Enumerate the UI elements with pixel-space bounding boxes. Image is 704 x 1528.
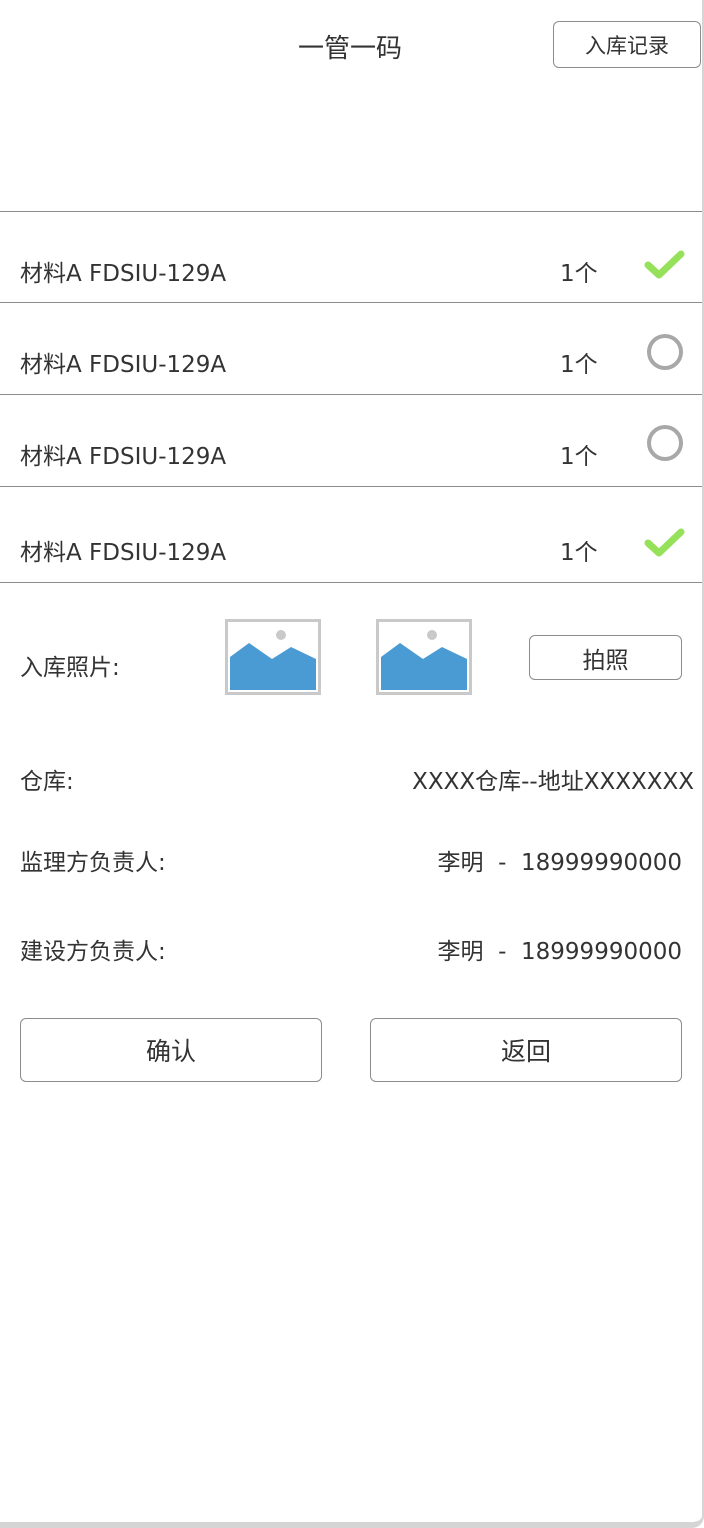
list-item[interactable]: 材料A FDSIU-129A 1个 bbox=[0, 313, 702, 403]
list-item[interactable]: 材料A FDSIU-129A 1个 bbox=[0, 405, 702, 495]
divider bbox=[0, 302, 702, 303]
phone-screen: 一管一码 入库记录 材料A FDSIU-129A 1个 材料A FDSIU-12… bbox=[0, 0, 704, 1528]
item-quantity: 1个 bbox=[560, 352, 598, 378]
warehouse-value: XXXX仓库--地址XXXXXXX bbox=[412, 769, 694, 795]
check-icon[interactable] bbox=[644, 244, 686, 286]
image-placeholder-icon[interactable] bbox=[225, 619, 321, 695]
item-quantity: 1个 bbox=[560, 261, 598, 287]
circle-icon[interactable] bbox=[644, 422, 686, 464]
list-item[interactable]: 材料A FDSIU-129A 1个 bbox=[0, 497, 702, 587]
photos-label: 入库照片: bbox=[20, 655, 120, 681]
divider bbox=[0, 394, 702, 395]
divider bbox=[0, 486, 702, 487]
back-button[interactable]: 返回 bbox=[370, 1018, 682, 1082]
item-name: 材料A FDSIU-129A bbox=[20, 352, 227, 378]
item-quantity: 1个 bbox=[560, 444, 598, 470]
take-photo-button[interactable]: 拍照 bbox=[529, 635, 682, 680]
supervisor-label: 监理方负责人: bbox=[20, 850, 166, 876]
supervisor-value: 李明 - 18999990000 bbox=[437, 850, 682, 876]
confirm-button[interactable]: 确认 bbox=[20, 1018, 322, 1082]
item-name: 材料A FDSIU-129A bbox=[20, 540, 227, 566]
item-quantity: 1个 bbox=[560, 540, 598, 566]
page-title: 一管一码 bbox=[297, 34, 402, 64]
item-name: 材料A FDSIU-129A bbox=[20, 261, 227, 287]
warehouse-label: 仓库: bbox=[20, 769, 74, 795]
circle-icon[interactable] bbox=[644, 331, 686, 373]
builder-label: 建设方负责人: bbox=[20, 939, 166, 965]
divider bbox=[0, 582, 702, 583]
check-icon[interactable] bbox=[644, 522, 686, 564]
divider bbox=[0, 211, 702, 212]
image-placeholder-icon[interactable] bbox=[376, 619, 472, 695]
item-name: 材料A FDSIU-129A bbox=[20, 444, 227, 470]
list-item[interactable]: 材料A FDSIU-129A 1个 bbox=[0, 222, 702, 312]
builder-value: 李明 - 18999990000 bbox=[437, 939, 682, 965]
storage-records-button[interactable]: 入库记录 bbox=[553, 21, 701, 68]
